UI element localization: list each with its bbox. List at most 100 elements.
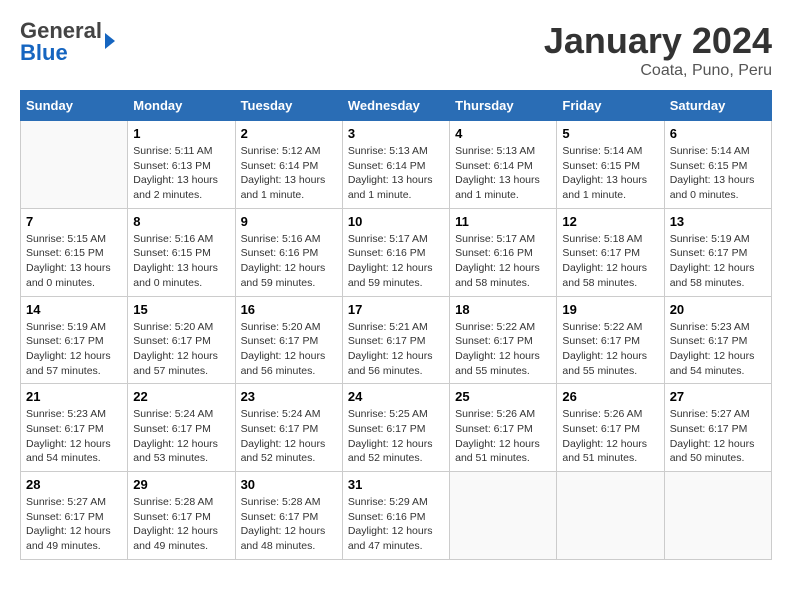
day-number: 16 (241, 302, 337, 317)
day-number: 4 (455, 126, 551, 141)
header-monday: Monday (128, 91, 235, 121)
day-info: Sunrise: 5:26 AMSunset: 6:17 PMDaylight:… (562, 407, 658, 466)
table-row: 5 Sunrise: 5:14 AMSunset: 6:15 PMDaylight… (557, 121, 664, 209)
day-info: Sunrise: 5:19 AMSunset: 6:17 PMDaylight:… (670, 232, 766, 291)
day-number: 21 (26, 389, 122, 404)
day-number: 2 (241, 126, 337, 141)
day-number: 27 (670, 389, 766, 404)
day-info: Sunrise: 5:27 AMSunset: 6:17 PMDaylight:… (26, 495, 122, 554)
table-row: 13 Sunrise: 5:19 AMSunset: 6:17 PMDayligh… (664, 208, 771, 296)
table-row: 14 Sunrise: 5:19 AMSunset: 6:17 PMDayligh… (21, 296, 128, 384)
day-info: Sunrise: 5:15 AMSunset: 6:15 PMDaylight:… (26, 232, 122, 291)
day-number: 14 (26, 302, 122, 317)
day-number: 11 (455, 214, 551, 229)
calendar-header: Sunday Monday Tuesday Wednesday Thursday… (21, 91, 772, 121)
month-title: January 2024 (544, 20, 772, 62)
logo: General Blue (20, 20, 115, 64)
day-number: 3 (348, 126, 444, 141)
day-number: 24 (348, 389, 444, 404)
day-info: Sunrise: 5:18 AMSunset: 6:17 PMDaylight:… (562, 232, 658, 291)
calendar-body: 1 Sunrise: 5:11 AMSunset: 6:13 PMDaylight… (21, 121, 772, 560)
day-info: Sunrise: 5:14 AMSunset: 6:15 PMDaylight:… (670, 144, 766, 203)
header-friday: Friday (557, 91, 664, 121)
day-info: Sunrise: 5:20 AMSunset: 6:17 PMDaylight:… (133, 320, 229, 379)
table-row: 26 Sunrise: 5:26 AMSunset: 6:17 PMDayligh… (557, 384, 664, 472)
day-info: Sunrise: 5:12 AMSunset: 6:14 PMDaylight:… (241, 144, 337, 203)
day-info: Sunrise: 5:24 AMSunset: 6:17 PMDaylight:… (241, 407, 337, 466)
day-number: 15 (133, 302, 229, 317)
day-info: Sunrise: 5:11 AMSunset: 6:13 PMDaylight:… (133, 144, 229, 203)
table-row: 28Sunrise: 5:27 AMSunset: 6:17 PMDayligh… (21, 472, 128, 560)
table-row (21, 121, 128, 209)
day-number: 7 (26, 214, 122, 229)
day-info: Sunrise: 5:24 AMSunset: 6:17 PMDaylight:… (133, 407, 229, 466)
table-row: 27 Sunrise: 5:27 AMSunset: 6:17 PMDayligh… (664, 384, 771, 472)
table-row (450, 472, 557, 560)
day-number: 23 (241, 389, 337, 404)
day-info: Sunrise: 5:29 AMSunset: 6:16 PMDaylight:… (348, 495, 444, 554)
day-info: Sunrise: 5:14 AMSunset: 6:15 PMDaylight:… (562, 144, 658, 203)
day-number: 17 (348, 302, 444, 317)
table-row: 9 Sunrise: 5:16 AMSunset: 6:16 PMDaylight… (235, 208, 342, 296)
logo-triangle-icon (105, 33, 115, 49)
day-number: 26 (562, 389, 658, 404)
day-info: Sunrise: 5:13 AMSunset: 6:14 PMDaylight:… (348, 144, 444, 203)
table-row: 25 Sunrise: 5:26 AMSunset: 6:17 PMDayligh… (450, 384, 557, 472)
day-info: Sunrise: 5:22 AMSunset: 6:17 PMDaylight:… (562, 320, 658, 379)
logo-blue: Blue (20, 40, 68, 65)
table-row: 8Sunrise: 5:16 AMSunset: 6:15 PMDaylight… (128, 208, 235, 296)
table-row: 3 Sunrise: 5:13 AMSunset: 6:14 PMDaylight… (342, 121, 449, 209)
table-row: 17 Sunrise: 5:21 AMSunset: 6:17 PMDayligh… (342, 296, 449, 384)
day-info: Sunrise: 5:23 AMSunset: 6:17 PMDaylight:… (26, 407, 122, 466)
day-info: Sunrise: 5:17 AMSunset: 6:16 PMDaylight:… (348, 232, 444, 291)
table-row: 2 Sunrise: 5:12 AMSunset: 6:14 PMDaylight… (235, 121, 342, 209)
day-info: Sunrise: 5:19 AMSunset: 6:17 PMDaylight:… (26, 320, 122, 379)
day-number: 6 (670, 126, 766, 141)
header-sunday: Sunday (21, 91, 128, 121)
table-row: 20Sunrise: 5:23 AMSunset: 6:17 PMDayligh… (664, 296, 771, 384)
day-info: Sunrise: 5:20 AMSunset: 6:17 PMDaylight:… (241, 320, 337, 379)
location-title: Coata, Puno, Peru (544, 62, 772, 80)
table-row (557, 472, 664, 560)
table-row: 6 Sunrise: 5:14 AMSunset: 6:15 PMDaylight… (664, 121, 771, 209)
day-number: 12 (562, 214, 658, 229)
day-number: 31 (348, 477, 444, 492)
day-number: 18 (455, 302, 551, 317)
day-info: Sunrise: 5:27 AMSunset: 6:17 PMDaylight:… (670, 407, 766, 466)
day-number: 30 (241, 477, 337, 492)
day-number: 22 (133, 389, 229, 404)
table-row: 30 Sunrise: 5:28 AMSunset: 6:17 PMDayligh… (235, 472, 342, 560)
day-number: 9 (241, 214, 337, 229)
table-row: 31 Sunrise: 5:29 AMSunset: 6:16 PMDayligh… (342, 472, 449, 560)
day-number: 10 (348, 214, 444, 229)
table-row (664, 472, 771, 560)
day-info: Sunrise: 5:28 AMSunset: 6:17 PMDaylight:… (241, 495, 337, 554)
day-number: 1 (133, 126, 229, 141)
day-info: Sunrise: 5:26 AMSunset: 6:17 PMDaylight:… (455, 407, 551, 466)
day-number: 13 (670, 214, 766, 229)
day-info: Sunrise: 5:28 AMSunset: 6:17 PMDaylight:… (133, 495, 229, 554)
day-info: Sunrise: 5:23 AMSunset: 6:17 PMDaylight:… (670, 320, 766, 379)
table-row: 7 Sunrise: 5:15 AMSunset: 6:15 PMDaylight… (21, 208, 128, 296)
table-row: 12 Sunrise: 5:18 AMSunset: 6:17 PMDayligh… (557, 208, 664, 296)
table-row: 10 Sunrise: 5:17 AMSunset: 6:16 PMDayligh… (342, 208, 449, 296)
header-wednesday: Wednesday (342, 91, 449, 121)
day-number: 25 (455, 389, 551, 404)
table-row: 21 Sunrise: 5:23 AMSunset: 6:17 PMDayligh… (21, 384, 128, 472)
day-info: Sunrise: 5:21 AMSunset: 6:17 PMDaylight:… (348, 320, 444, 379)
day-number: 29 (133, 477, 229, 492)
table-row: 16 Sunrise: 5:20 AMSunset: 6:17 PMDayligh… (235, 296, 342, 384)
day-info: Sunrise: 5:16 AMSunset: 6:16 PMDaylight:… (241, 232, 337, 291)
day-number: 5 (562, 126, 658, 141)
page-header: General Blue January 2024 Coata, Puno, P… (20, 20, 772, 80)
title-area: January 2024 Coata, Puno, Peru (544, 20, 772, 80)
day-number: 8 (133, 214, 229, 229)
table-row: 1 Sunrise: 5:11 AMSunset: 6:13 PMDaylight… (128, 121, 235, 209)
calendar-table: Sunday Monday Tuesday Wednesday Thursday… (20, 90, 772, 560)
day-number: 19 (562, 302, 658, 317)
table-row: 19 Sunrise: 5:22 AMSunset: 6:17 PMDayligh… (557, 296, 664, 384)
table-row: 18 Sunrise: 5:22 AMSunset: 6:17 PMDayligh… (450, 296, 557, 384)
day-info: Sunrise: 5:13 AMSunset: 6:14 PMDaylight:… (455, 144, 551, 203)
day-info: Sunrise: 5:22 AMSunset: 6:17 PMDaylight:… (455, 320, 551, 379)
table-row: 15 Sunrise: 5:20 AMSunset: 6:17 PMDayligh… (128, 296, 235, 384)
